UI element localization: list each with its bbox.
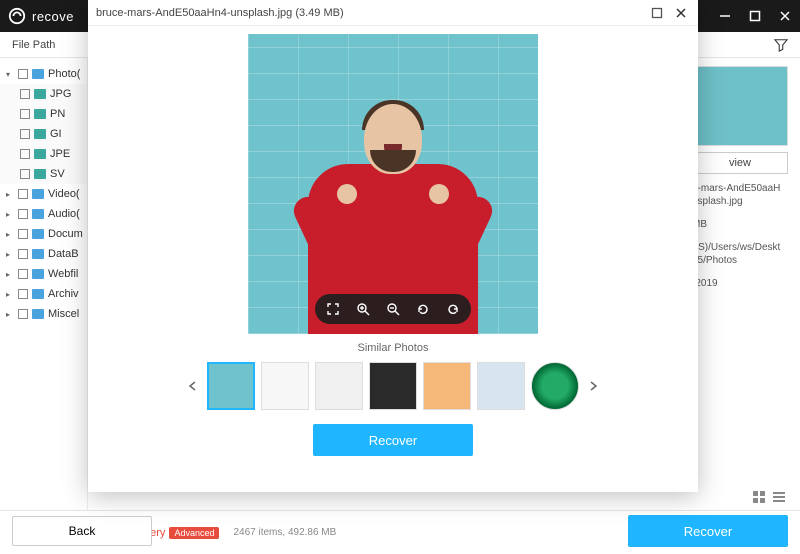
checkbox[interactable] <box>18 229 28 239</box>
chevron-right-icon[interactable]: ▸ <box>6 250 14 259</box>
chevron-right-icon[interactable]: ▸ <box>6 310 14 319</box>
tree-item-document[interactable]: ▸Docum <box>0 224 87 244</box>
similar-photos-label: Similar Photos <box>88 338 698 358</box>
thumbnail[interactable] <box>207 362 255 410</box>
chevron-right-icon[interactable]: ▸ <box>6 230 14 239</box>
thumbnail[interactable] <box>315 362 363 410</box>
folder-icon <box>32 309 44 319</box>
tree-item-photo[interactable]: ▾ Photo( <box>0 64 87 84</box>
thumbnail[interactable] <box>261 362 309 410</box>
recover-button[interactable]: Recover <box>628 515 788 547</box>
folder-icon <box>32 69 44 79</box>
list-view-icon[interactable] <box>772 490 786 504</box>
tree-item-svg[interactable]: SV <box>0 164 87 184</box>
chevron-right-icon[interactable]: ▸ <box>6 190 14 199</box>
checkbox[interactable] <box>18 209 28 219</box>
view-button[interactable]: view <box>692 152 788 174</box>
checkbox[interactable] <box>18 289 28 299</box>
tree-item-video[interactable]: ▸Video( <box>0 184 87 204</box>
checkbox[interactable] <box>20 169 30 179</box>
folder-icon <box>34 89 46 99</box>
checkbox[interactable] <box>18 189 28 199</box>
folder-icon <box>32 249 44 259</box>
checkbox[interactable] <box>18 269 28 279</box>
rotate-left-icon[interactable] <box>415 301 431 317</box>
checkbox[interactable] <box>18 249 28 259</box>
maximize-button[interactable] <box>748 9 762 23</box>
chevron-down-icon[interactable]: ▾ <box>6 70 14 79</box>
back-button[interactable]: Back <box>12 516 152 546</box>
tree-item-jpeg[interactable]: JPE <box>0 144 87 164</box>
info-path: FS)/Users/ws/Deskt 85/Photos <box>692 241 788 267</box>
prev-thumb-button[interactable] <box>185 378 201 394</box>
chevron-right-icon[interactable]: ▸ <box>6 210 14 219</box>
tree-item-webfiles[interactable]: ▸Webfil <box>0 264 87 284</box>
modal-maximize-button[interactable] <box>648 4 666 22</box>
tree-item-png[interactable]: PN <box>0 104 87 124</box>
thumbnail[interactable] <box>477 362 525 410</box>
tree-item-archive[interactable]: ▸Archiv <box>0 284 87 304</box>
folder-icon <box>32 289 44 299</box>
zoom-in-icon[interactable] <box>355 301 371 317</box>
chevron-right-icon[interactable]: ▸ <box>6 290 14 299</box>
modal-close-button[interactable] <box>672 4 690 22</box>
tree-item-database[interactable]: ▸DataB <box>0 244 87 264</box>
info-thumbnail <box>692 66 788 146</box>
preview-controls <box>315 294 471 324</box>
checkbox[interactable] <box>20 149 30 159</box>
thumbnail[interactable] <box>423 362 471 410</box>
info-size: MB <box>692 218 788 231</box>
modal-recover-button[interactable]: Recover <box>313 424 473 456</box>
tree-item-audio[interactable]: ▸Audio( <box>0 204 87 224</box>
filepath-label: File Path <box>12 39 55 51</box>
close-button[interactable] <box>778 9 792 23</box>
similar-thumbnails <box>88 358 698 414</box>
app-logo-icon <box>8 7 26 25</box>
tree-item-jpg[interactable]: JPG <box>0 84 87 104</box>
modal-header: bruce-mars-AndE50aaHn4-unsplash.jpg (3.4… <box>88 0 698 26</box>
folder-icon <box>32 229 44 239</box>
tree-item-gif[interactable]: GI <box>0 124 87 144</box>
folder-icon <box>32 189 44 199</box>
folder-icon <box>34 129 46 139</box>
sidebar: ▾ Photo( JPG PN GI JPE SV ▸Video( ▸Audio… <box>0 58 88 510</box>
fit-screen-icon[interactable] <box>325 301 341 317</box>
preview-modal: bruce-mars-AndE50aaHn4-unsplash.jpg (3.4… <box>88 0 698 492</box>
checkbox[interactable] <box>20 109 30 119</box>
grid-view-icon[interactable] <box>752 490 766 504</box>
folder-icon <box>34 109 46 119</box>
modal-title: bruce-mars-AndE50aaHn4-unsplash.jpg (3.4… <box>96 7 344 19</box>
tree-item-misc[interactable]: ▸Miscel <box>0 304 87 324</box>
folder-icon <box>34 149 46 159</box>
thumbnail[interactable] <box>369 362 417 410</box>
tree-label: Photo( <box>48 68 80 80</box>
rotate-right-icon[interactable] <box>445 301 461 317</box>
folder-icon <box>32 269 44 279</box>
zoom-out-icon[interactable] <box>385 301 401 317</box>
folder-icon <box>34 169 46 179</box>
info-date: -2019 <box>692 277 788 290</box>
info-filename: e-mars-AndE50aaH nsplash.jpg <box>692 182 788 208</box>
filter-icon[interactable] <box>774 38 788 52</box>
folder-icon <box>32 209 44 219</box>
checkbox[interactable] <box>20 89 30 99</box>
next-thumb-button[interactable] <box>585 378 601 394</box>
info-panel: view e-mars-AndE50aaH nsplash.jpg MB FS)… <box>692 66 788 300</box>
window-controls <box>718 9 792 23</box>
preview-image <box>248 34 538 334</box>
chevron-right-icon[interactable]: ▸ <box>6 270 14 279</box>
view-toggle <box>752 490 786 504</box>
checkbox[interactable] <box>18 309 28 319</box>
thumbnail[interactable] <box>531 362 579 410</box>
checkbox[interactable] <box>18 69 28 79</box>
checkbox[interactable] <box>20 129 30 139</box>
minimize-button[interactable] <box>718 9 732 23</box>
app-brand: recove <box>32 9 74 24</box>
